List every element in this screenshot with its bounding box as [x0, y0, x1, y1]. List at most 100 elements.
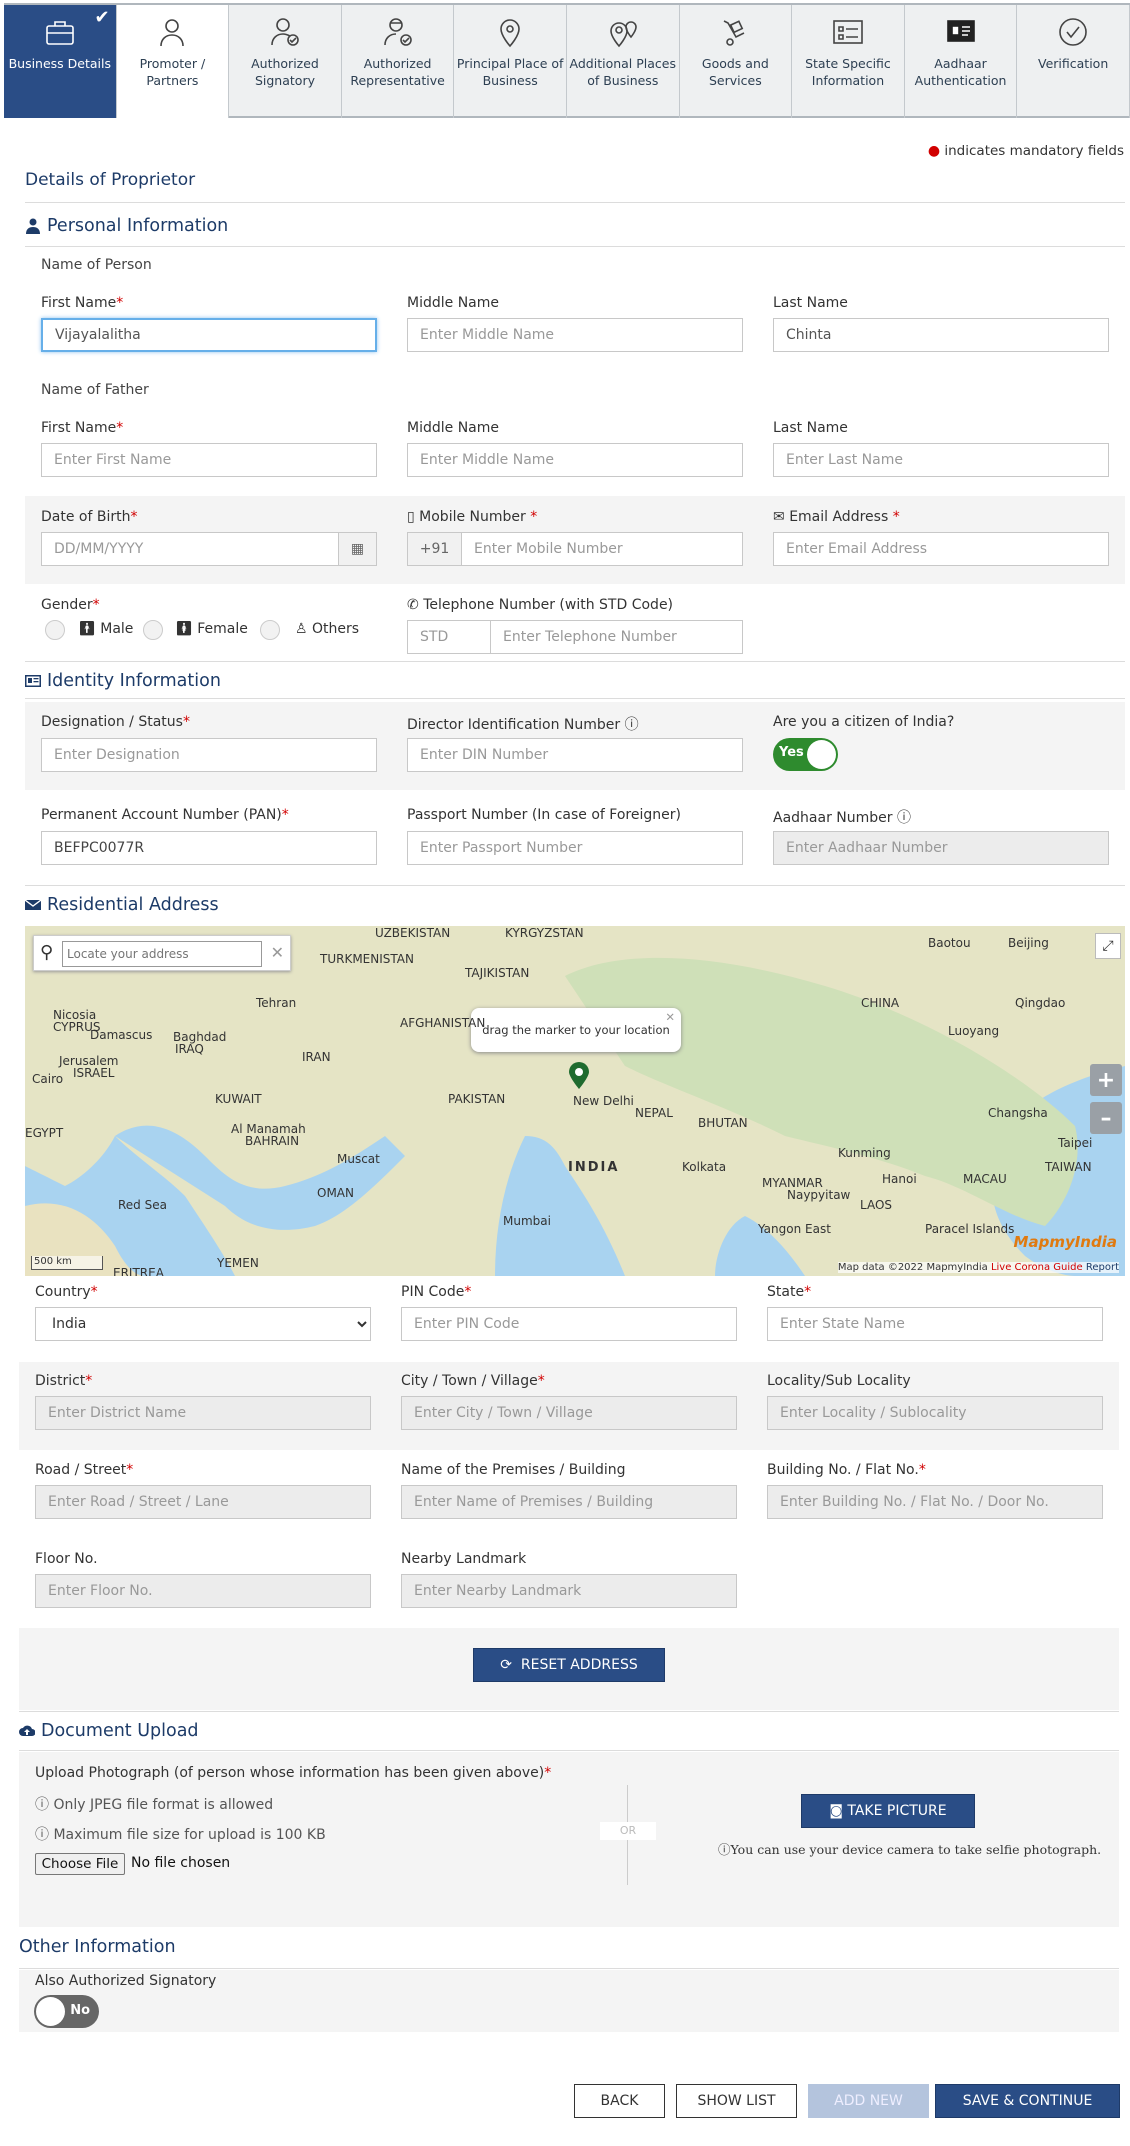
zoom-out-button[interactable]: –: [1090, 1102, 1122, 1134]
pan-input[interactable]: [41, 831, 377, 865]
also-signatory-label: Also Authorized Signatory: [35, 1973, 217, 1989]
take-picture-button[interactable]: ◙ TAKE PICTURE: [801, 1794, 975, 1828]
progress-stepper: ✔ Business Details Promoter / Partners A…: [4, 3, 1130, 118]
country-select[interactable]: India: [35, 1307, 371, 1341]
dob-label: Date of Birth*: [41, 509, 138, 525]
telephone-input[interactable]: [490, 620, 743, 654]
step-aadhaar[interactable]: Aadhaar Authentication: [905, 5, 1018, 118]
address-map[interactable]: ⚲ ✕ drag the marker to your location ✕ U…: [25, 926, 1125, 1276]
step-additional-places[interactable]: Additional Places of Business: [567, 5, 680, 118]
map-popup: drag the marker to your location ✕: [471, 1008, 681, 1052]
district-label: District*: [35, 1373, 93, 1389]
first-name-input[interactable]: [41, 318, 377, 352]
telephone-label: ✆ Telephone Number (with STD Code): [407, 597, 674, 613]
step-label: Authorized Representative: [350, 56, 445, 88]
email-input[interactable]: [773, 532, 1109, 566]
jpeg-note: ⓘ Only JPEG file format is allowed: [35, 1797, 274, 1813]
fullscreen-icon[interactable]: ⤢: [1095, 933, 1121, 959]
state-label: State*: [767, 1284, 812, 1300]
map-place-label: KYRGYZSTAN: [505, 926, 584, 940]
floor-label: Floor No.: [35, 1551, 98, 1567]
locality-input: [767, 1396, 1103, 1430]
pin-label: PIN Code*: [401, 1284, 472, 1300]
person-icon: [160, 19, 185, 47]
map-place-label: Beijing: [1008, 936, 1049, 950]
close-icon[interactable]: ✕: [271, 943, 284, 962]
zoom-in-button[interactable]: +: [1090, 1064, 1122, 1096]
step-state-specific[interactable]: State Specific Information: [792, 5, 905, 118]
map-search-input[interactable]: [62, 941, 262, 967]
document-upload-heading: Document Upload: [19, 1721, 199, 1741]
no-file-text: No file chosen: [131, 1855, 231, 1871]
reset-address-button[interactable]: ⟳ RESET ADDRESS: [473, 1648, 665, 1682]
locality-label: Locality/Sub Locality: [767, 1373, 911, 1389]
gender-others-radio[interactable]: [260, 620, 280, 640]
map-place-label: KUWAIT: [215, 1092, 262, 1106]
map-place-label: Cairo: [32, 1072, 64, 1086]
step-verification[interactable]: Verification: [1017, 5, 1130, 118]
road-label: Road / Street*: [35, 1462, 134, 1478]
map-place-label: Damascus: [90, 1028, 153, 1042]
citizen-toggle[interactable]: Yes: [773, 738, 838, 771]
map-pin-icon: [500, 19, 520, 48]
map-place-label: Taipei: [1058, 1136, 1093, 1150]
step-authorized-signatory[interactable]: Authorized Signatory: [229, 5, 342, 118]
mobile-input[interactable]: [461, 532, 743, 566]
map-place-label: CHINA: [861, 996, 900, 1010]
popup-close-icon[interactable]: ✕: [665, 1010, 675, 1024]
city-label: City / Town / Village*: [401, 1373, 545, 1389]
map-place-label: Kunming: [838, 1146, 891, 1160]
info-icon[interactable]: ⓘ: [625, 717, 639, 733]
father-first-name-label: First Name*: [41, 420, 124, 436]
middle-name-input[interactable]: [407, 318, 743, 352]
father-last-name-input[interactable]: [773, 443, 1109, 477]
calendar-icon[interactable]: ▦: [338, 532, 377, 566]
step-business-details[interactable]: ✔ Business Details: [4, 5, 117, 118]
id-card-icon: [25, 675, 41, 687]
road-input: [35, 1485, 371, 1519]
aadhaar-input: [773, 831, 1109, 865]
gender-female-radio[interactable]: [143, 620, 163, 640]
designation-input[interactable]: [41, 738, 377, 772]
save-continue-button[interactable]: SAVE & CONTINUE: [935, 2084, 1120, 2118]
map-place-label: ERITREA: [113, 1266, 164, 1276]
father-middle-name-input[interactable]: [407, 443, 743, 477]
gender-male-radio[interactable]: [45, 620, 65, 640]
step-label: Verification: [1038, 56, 1109, 71]
map-marker-icon[interactable]: [568, 1062, 590, 1089]
id-card-icon: [946, 20, 975, 42]
map-place-label: LAOS: [860, 1198, 893, 1212]
map-place-label: Mumbai: [503, 1214, 551, 1228]
map-place-label: Naypyitaw: [787, 1188, 851, 1202]
camera-note: ⓘYou can use your device camera to take …: [718, 1842, 1102, 1857]
passport-input[interactable]: [407, 831, 743, 865]
map-place-label: MACAU: [963, 1172, 1007, 1186]
step-authorized-representative[interactable]: Authorized Representative: [342, 5, 455, 118]
show-list-button[interactable]: SHOW LIST: [676, 2084, 797, 2118]
photo-upload-label: Upload Photograph (of person whose infor…: [35, 1765, 552, 1781]
state-input[interactable]: [767, 1307, 1103, 1341]
other-info-heading: Other Information: [19, 1937, 176, 1957]
info-icon[interactable]: ⓘ: [897, 810, 911, 826]
map-place-label: BHUTAN: [698, 1116, 748, 1130]
din-input[interactable]: [407, 738, 743, 772]
identity-info-heading: Identity Information: [25, 671, 221, 691]
map-attribution: Map data ©2022 MapmyIndia Live Corona Gu…: [837, 1262, 1119, 1273]
last-name-input[interactable]: [773, 318, 1109, 352]
step-label: Aadhaar Authentication: [914, 56, 1007, 88]
map-place-label: Red Sea: [118, 1198, 167, 1212]
map-pins-icon: [609, 21, 637, 48]
choose-file-button[interactable]: Choose File: [35, 1853, 125, 1875]
also-signatory-toggle[interactable]: No: [34, 1995, 99, 2028]
premises-label: Name of the Premises / Building: [401, 1462, 626, 1478]
std-input[interactable]: [407, 620, 491, 654]
map-place-label: Paracel Islands: [925, 1222, 1015, 1236]
step-goods-services[interactable]: Goods and Services: [680, 5, 793, 118]
step-promoter-partners[interactable]: Promoter / Partners: [116, 5, 230, 118]
back-button[interactable]: BACK: [574, 2084, 665, 2118]
map-place-label: Qingdao: [1015, 996, 1066, 1010]
step-principal-place[interactable]: Principal Place of Business: [454, 5, 567, 118]
pin-input[interactable]: [401, 1307, 737, 1341]
father-first-name-input[interactable]: [41, 443, 377, 477]
dob-input[interactable]: [41, 532, 339, 566]
